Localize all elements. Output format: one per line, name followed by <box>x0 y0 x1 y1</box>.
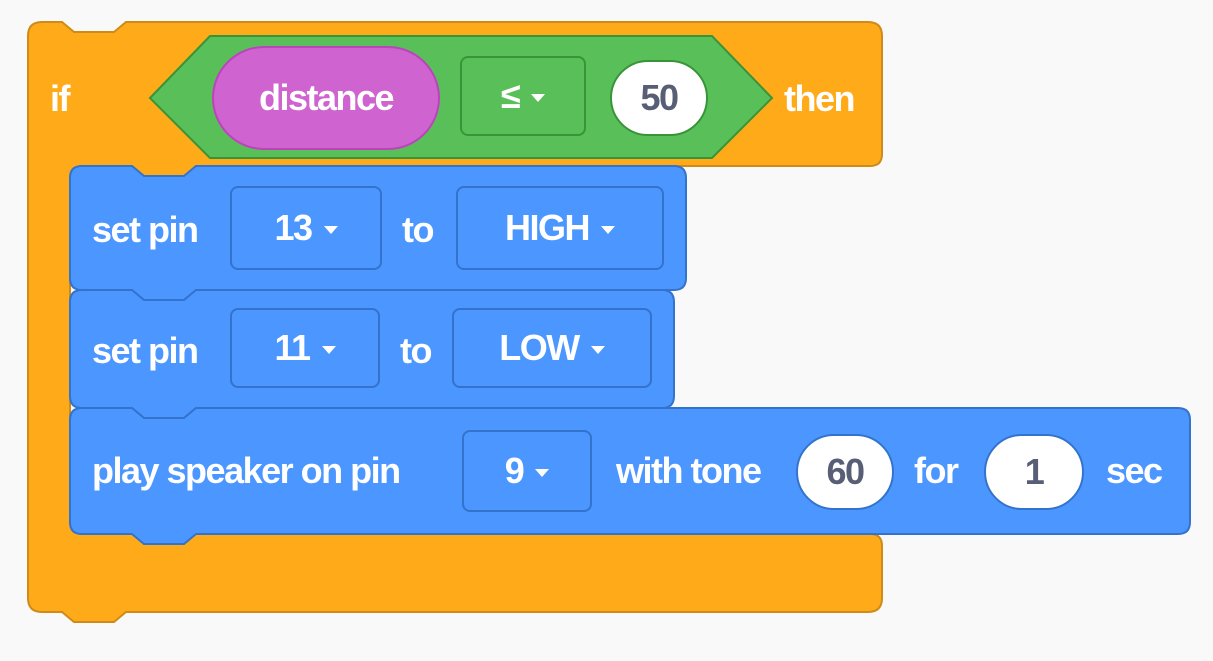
speaker-pin-dropdown[interactable]: 9 <box>462 430 592 512</box>
speaker-pin-value: 9 <box>504 450 525 491</box>
dropdown-caret-icon <box>535 469 550 477</box>
for-label: for <box>914 450 959 491</box>
play-speaker-label: play speaker on pin <box>92 450 401 491</box>
tone-value: 60 <box>826 451 865 492</box>
duration-value: 1 <box>1024 451 1045 492</box>
tone-input[interactable]: 60 <box>796 434 894 510</box>
with-tone-label: with tone <box>616 450 762 491</box>
play-speaker-block-shape <box>69 407 1191 545</box>
scripts-canvas: if distance ≤ 50 then set pin 13 to HIGH <box>0 0 1213 661</box>
duration-input[interactable]: 1 <box>984 434 1084 510</box>
sec-label: sec <box>1106 450 1163 491</box>
